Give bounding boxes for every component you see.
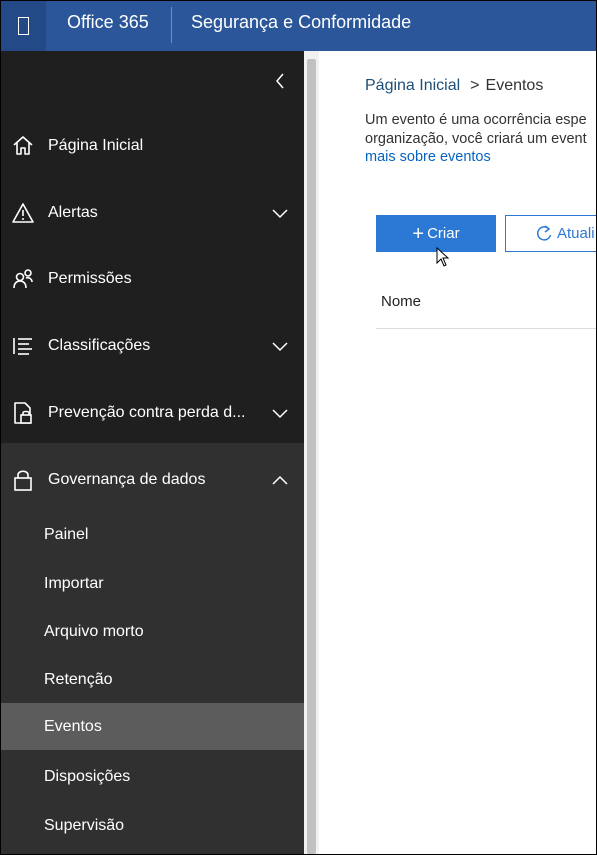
home-icon: [11, 134, 35, 158]
suite-title[interactable]: Segurança e Conformidade: [191, 12, 411, 33]
sidebar-subitem-label: Arquivo morto: [44, 622, 144, 640]
chevron-down-icon: [272, 342, 288, 352]
refresh-icon: [536, 225, 552, 241]
sidebar-subitem-supervision[interactable]: Supervisão: [1, 802, 304, 849]
list-icon: [11, 334, 35, 358]
sidebar-item-home[interactable]: Página Inicial: [1, 113, 304, 179]
refresh-button[interactable]: Atuali: [505, 215, 596, 252]
chevron-left-icon: [276, 73, 284, 89]
lock-icon: [11, 468, 35, 492]
sidebar-scrollbar[interactable]: [304, 51, 319, 854]
window-frame: Office 365 Segurança e Conformidade Pági…: [0, 0, 597, 855]
sidebar-subitem-label: Disposições: [44, 767, 131, 785]
learn-more-link[interactable]: mais sobre eventos: [365, 148, 596, 167]
people-icon: [11, 267, 35, 291]
sidebar-item-label: Alertas: [48, 204, 98, 221]
sidebar-subitem-archive[interactable]: Arquivo morto: [1, 608, 304, 655]
collapse-nav-button[interactable]: [269, 69, 291, 93]
sidebar-subitem-label: Retenção: [44, 670, 113, 688]
header-divider: [171, 7, 172, 43]
chevron-down-icon: [272, 209, 288, 219]
breadcrumb-home-link[interactable]: Página Inicial: [365, 77, 460, 94]
sidebar-item-label: Página Inicial: [48, 137, 144, 154]
column-header-name[interactable]: Nome: [381, 293, 421, 310]
sidebar: Página Inicial Alertas Permissões Classi…: [1, 51, 304, 854]
sidebar-item-classifications[interactable]: Classificações: [1, 313, 304, 379]
app-launcher-icon: [18, 17, 29, 35]
app-launcher-button[interactable]: [1, 1, 46, 51]
main-content: Página Inicial > Eventos Um evento é uma o…: [319, 51, 596, 854]
sidebar-item-data-governance[interactable]: Governança de dados: [1, 447, 304, 513]
sidebar-subitem-events[interactable]: Eventos: [1, 703, 304, 750]
page-description: Um evento é uma ocorrência espe organiza…: [365, 111, 596, 167]
sidebar-subitem-dispositions[interactable]: Disposições: [1, 753, 304, 800]
sidebar-subitem-label: Importar: [44, 574, 104, 592]
breadcrumb-current: Eventos: [485, 77, 544, 94]
warning-icon: [11, 201, 35, 225]
breadcrumb-separator: >: [470, 77, 480, 94]
table-divider: [376, 328, 596, 329]
sidebar-item-label: Permissões: [48, 270, 132, 287]
chevron-down-icon: [272, 409, 288, 419]
sidebar-item-dlp[interactable]: Prevenção contra perda d...: [1, 380, 304, 446]
sidebar-subitem-import[interactable]: Importar: [1, 560, 304, 607]
sidebar-subitem-label: Eventos: [44, 717, 102, 735]
sidebar-subitem-label: Supervisão: [44, 816, 125, 834]
create-button-label: Criar: [427, 225, 460, 242]
sidebar-item-permissions[interactable]: Permissões: [1, 246, 304, 312]
refresh-button-label: Atuali: [557, 225, 595, 242]
sidebar-item-label: Governança de dados: [48, 471, 206, 488]
app-name[interactable]: Office 365: [67, 12, 149, 33]
sidebar-item-label: Prevenção contra perda d...: [48, 404, 246, 421]
sidebar-subitem-retention[interactable]: Retenção: [1, 656, 304, 703]
breadcrumb: Página Inicial > Eventos: [365, 77, 543, 95]
plus-icon: +: [412, 222, 425, 245]
description-line: organização, você criará um event: [365, 130, 587, 147]
chevron-up-icon: [272, 475, 288, 485]
sidebar-item-alerts[interactable]: Alertas: [1, 180, 304, 246]
sidebar-subitem-label: Painel: [44, 525, 89, 543]
top-bar: Office 365 Segurança e Conformidade: [1, 1, 596, 51]
data-governance-group: Governança de dados Painel Importar Arqu…: [1, 443, 304, 854]
mouse-cursor-icon: [436, 247, 450, 267]
scrollbar-thumb[interactable]: [307, 59, 316, 854]
sidebar-subitem-dashboard[interactable]: Painel: [1, 511, 304, 558]
sidebar-item-label: Classificações: [48, 337, 151, 354]
description-line: Um evento é uma ocorrência espe: [365, 112, 587, 128]
document-lock-icon: [11, 401, 35, 425]
